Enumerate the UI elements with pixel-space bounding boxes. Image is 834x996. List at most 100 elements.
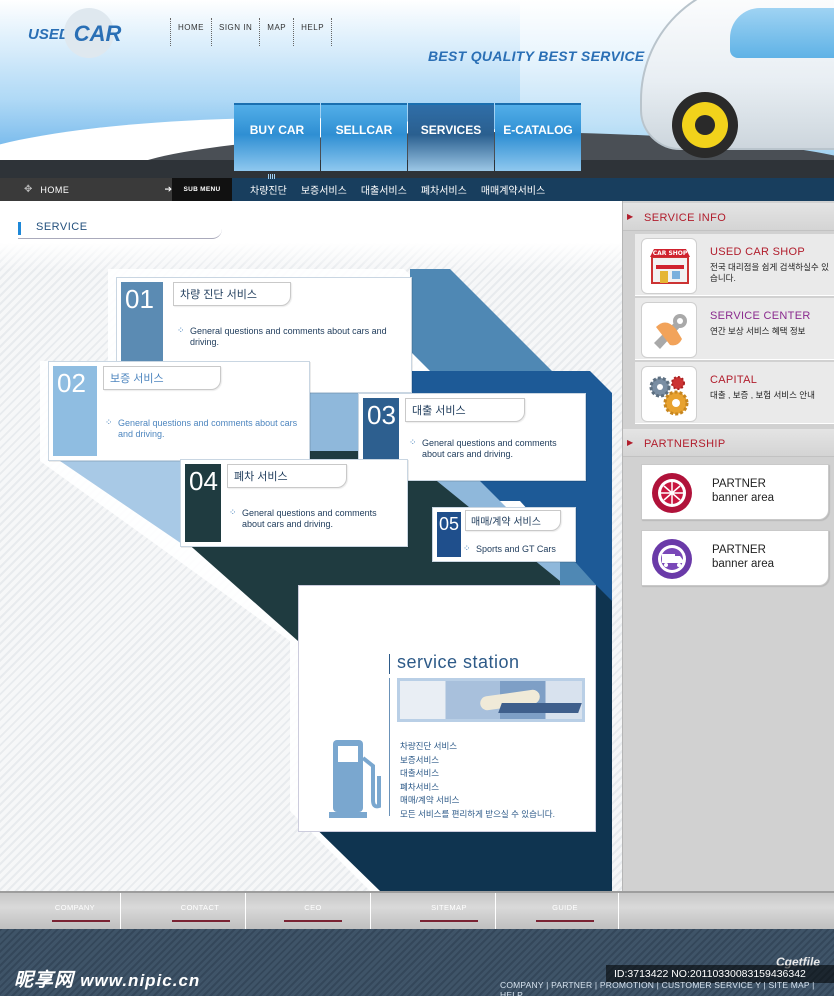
sidebar-item-capital[interactable]: CAPITAL 대출 , 보증 , 보험 서비스 안내 — [635, 362, 834, 424]
sidebar-item-desc: 연간 보상 서비스 혜택 정보 — [710, 326, 806, 336]
card-number: 05 — [437, 512, 461, 557]
sub-item-scrap[interactable]: 폐차서비스 — [421, 182, 467, 197]
top-links: HOME SIGN IN MAP HELP — [170, 18, 333, 46]
station-note: 모든 서비스를 편리하게 받으실 수 있습니다. — [400, 808, 555, 819]
sidebar-item-name: CAPITAL — [710, 374, 758, 386]
partner-banner-2[interactable]: PARTNER banner area — [641, 530, 829, 586]
car-wheel-icon — [672, 92, 738, 158]
logo-car: CAR — [73, 21, 122, 46]
section-title: SERVICE — [18, 217, 222, 239]
watermark-cn: 昵享网 — [14, 970, 75, 991]
partner-line2: banner area — [712, 558, 775, 570]
top-link-map[interactable]: MAP — [259, 18, 293, 46]
card-title: 보증 서비스 — [103, 366, 221, 390]
sub-item-contract[interactable]: 매매계약서비스 — [481, 182, 545, 197]
chevron-right-icon: ▶ — [627, 438, 634, 447]
footer-nav: COMPANY CONTACT CEO SITEMAP GUIDE — [0, 891, 834, 929]
sidebar-heading-text: PARTNERSHIP — [644, 438, 726, 450]
sub-menu-bar: ✥ HOME ➔ SUB MENU 차량진단 보증서비스 대출서비스 폐차서비스… — [0, 174, 834, 201]
service-card-04[interactable]: 04 폐차 서비스 General questions and comments… — [180, 459, 408, 547]
arrow-right-icon: ➔ — [164, 184, 172, 194]
wrench-icon — [641, 302, 697, 358]
watermark-url: www.nipic.cn — [80, 971, 201, 990]
breadcrumb[interactable]: ✥ HOME ➔ — [0, 178, 172, 201]
card-description: General questions and comments about car… — [177, 325, 387, 348]
sidebar: ▶ SERVICE INFO CAR SHOP USED CAR SHOP 전국… — [622, 201, 834, 891]
gears-icon — [641, 366, 697, 422]
card-description: General questions and comments about car… — [409, 437, 579, 460]
top-link-help[interactable]: HELP — [293, 18, 333, 46]
partner-banner-1[interactable]: PARTNER banner area — [641, 464, 829, 520]
footer-link-sitemap[interactable]: SITEMAP — [394, 903, 504, 912]
station-links: 차량진단 서비스 보증서비스 대출서비스 폐차서비스 매매/계약 서비스 모든 … — [400, 740, 555, 821]
station-link[interactable]: 보증서비스 — [400, 754, 555, 768]
footer-link-company[interactable]: COMPANY — [20, 903, 130, 912]
partner-line1: PARTNER — [712, 478, 766, 490]
sub-menu-label: SUB MENU — [172, 178, 232, 201]
top-link-home[interactable]: HOME — [170, 18, 211, 46]
nav-sellcar[interactable]: SELLCAR — [321, 103, 407, 171]
station-link[interactable]: 매매/계약 서비스 — [400, 794, 555, 808]
footer-link-contact[interactable]: CONTACT — [145, 903, 255, 912]
sub-item-loan[interactable]: 대출서비스 — [361, 182, 407, 197]
car-shop-icon-text: CAR SHOP — [653, 250, 688, 257]
watermark: 昵享网 www.nipic.cn — [14, 965, 200, 992]
partner-truck-icon — [652, 539, 692, 579]
service-station-panel: service station 차량진단 서비스 보증서비스 대출서비스 폐차서… — [298, 585, 596, 832]
car-shop-icon: CAR SHOP — [641, 238, 697, 294]
footer-links-text: COMPANY | PARTNER | PROMOTION | CUSTOMER… — [500, 980, 815, 996]
header: USED CAR HOME SIGN IN MAP HELP BEST QUAL… — [0, 0, 834, 178]
main-content: SERVICE 01 차량 진단 서비스 General questions a… — [0, 201, 622, 891]
card-title: 대출 서비스 — [405, 398, 525, 422]
card-number: 04 — [185, 464, 221, 542]
chevron-right-icon: ▶ — [627, 212, 634, 221]
card-description: General questions and comments about car… — [229, 507, 401, 530]
site-logo[interactable]: USED CAR — [28, 8, 122, 58]
sub-menu-items: 차량진단 보증서비스 대출서비스 폐차서비스 매매계약서비스 — [250, 174, 559, 201]
service-card-02[interactable]: 02 보증 서비스 General questions and comments… — [48, 361, 310, 461]
sidebar-item-name: SERVICE CENTER — [710, 310, 811, 322]
section-title-text: SERVICE — [36, 221, 88, 233]
sidebar-item-used-car-shop[interactable]: CAR SHOP USED CAR SHOP 전국 대리점을 쉽게 검색하실수 … — [635, 234, 834, 296]
card-title: 차량 진단 서비스 — [173, 282, 291, 306]
main-nav: BUY CAR SELLCAR SERVICES E-CATALOG — [234, 103, 582, 171]
nav-services[interactable]: SERVICES — [408, 103, 494, 171]
partner-line2: banner area — [712, 492, 775, 504]
station-title-bar — [389, 654, 390, 674]
card-description: General questions and comments about car… — [105, 417, 305, 440]
section-title-mark — [18, 217, 21, 235]
sub-item-warranty[interactable]: 보증서비스 — [301, 182, 347, 197]
station-divider — [389, 678, 390, 816]
nav-buy-car[interactable]: BUY CAR — [234, 103, 320, 171]
service-card-05[interactable]: 05 매매/계약 서비스 Sports and GT Cars — [432, 507, 576, 562]
footer-link-guide[interactable]: GUIDE — [510, 903, 620, 912]
footer: 昵享网 www.nipic.cn Cgetfile ID:3713422 NO:… — [0, 929, 834, 996]
partner-text: PARTNER banner area — [712, 477, 774, 505]
sidebar-item-desc: 전국 대리점을 쉽게 검색하실수 있습니다. — [710, 262, 829, 283]
breadcrumb-home[interactable]: HOME — [40, 185, 69, 195]
sidebar-heading-text: SERVICE INFO — [644, 212, 727, 224]
sidebar-heading-service-info: ▶ SERVICE INFO — [623, 203, 834, 231]
station-link[interactable]: 대출서비스 — [400, 767, 555, 781]
station-link[interactable]: 폐차서비스 — [400, 781, 555, 795]
station-link[interactable]: 차량진단 서비스 — [400, 740, 555, 754]
top-link-sign-in[interactable]: SIGN IN — [211, 18, 259, 46]
gas-pump-icon — [329, 740, 381, 818]
sidebar-heading-partnership: ▶ PARTNERSHIP — [623, 429, 834, 457]
sidebar-item-desc: 대출 , 보증 , 보험 서비스 안내 — [710, 390, 815, 400]
partner-globe-icon — [652, 473, 692, 513]
card-number: 02 — [53, 366, 97, 456]
tagline: BEST QUALITY BEST SERVICE — [428, 48, 645, 64]
home-icon: ✥ — [24, 184, 33, 195]
sidebar-item-service-center[interactable]: SERVICE CENTER 연간 보상 서비스 혜택 정보 — [635, 298, 834, 360]
footer-link-ceo[interactable]: CEO — [258, 903, 368, 912]
sidebar-item-name: USED CAR SHOP — [710, 246, 805, 258]
car-window — [730, 8, 834, 58]
nav-e-catalog[interactable]: E-CATALOG — [495, 103, 581, 171]
partner-text: PARTNER banner area — [712, 543, 774, 571]
card-title: 매매/계약 서비스 — [465, 510, 561, 531]
partner-line1: PARTNER — [712, 544, 766, 556]
card-title: 폐차 서비스 — [227, 464, 347, 488]
sub-item-diagnosis[interactable]: 차량진단 — [250, 174, 287, 197]
station-photo — [397, 678, 585, 722]
